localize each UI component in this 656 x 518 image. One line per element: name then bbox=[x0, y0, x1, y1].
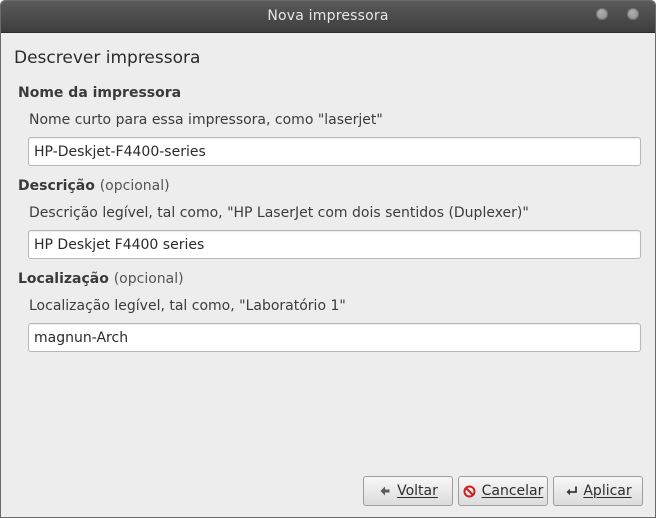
description-section-title: Descrição (opcional) bbox=[18, 178, 170, 194]
window-title: Nova impressora bbox=[267, 8, 389, 24]
apply-button[interactable]: Aplicar bbox=[553, 476, 643, 506]
arrow-left-icon bbox=[378, 484, 392, 498]
location-title-label: Localização bbox=[18, 271, 109, 287]
cancel-button-label: Cancelar bbox=[481, 483, 544, 499]
apply-button-label: Aplicar bbox=[583, 483, 632, 499]
description-hint: Descrição legível, tal como, "HP LaserJe… bbox=[29, 205, 529, 221]
cancel-button[interactable]: Cancelar bbox=[458, 476, 548, 506]
dialog-window: Nova impressora Descrever impressora Nom… bbox=[0, 0, 656, 518]
close-button[interactable] bbox=[627, 8, 639, 20]
enter-icon bbox=[564, 484, 578, 498]
back-button-label: Voltar bbox=[397, 483, 438, 499]
back-button[interactable]: Voltar bbox=[363, 476, 453, 506]
description-field[interactable] bbox=[28, 230, 641, 259]
location-optional-label: (opcional) bbox=[113, 271, 184, 287]
location-field[interactable] bbox=[28, 323, 641, 352]
name-hint: Nome curto para essa impressora, como "l… bbox=[29, 112, 383, 128]
title-bar[interactable]: Nova impressora bbox=[1, 1, 655, 33]
cancel-icon bbox=[463, 484, 477, 498]
description-optional-label: (opcional) bbox=[99, 178, 170, 194]
description-title-label: Descrição bbox=[18, 178, 95, 194]
minimize-button[interactable] bbox=[596, 8, 608, 20]
page-heading: Descrever impressora bbox=[14, 48, 201, 68]
printer-name-field[interactable] bbox=[28, 137, 641, 166]
location-section-title: Localização (opcional) bbox=[18, 271, 184, 287]
name-section-title: Nome da impressora bbox=[18, 85, 182, 101]
location-hint: Localização legível, tal como, "Laborató… bbox=[29, 298, 346, 314]
